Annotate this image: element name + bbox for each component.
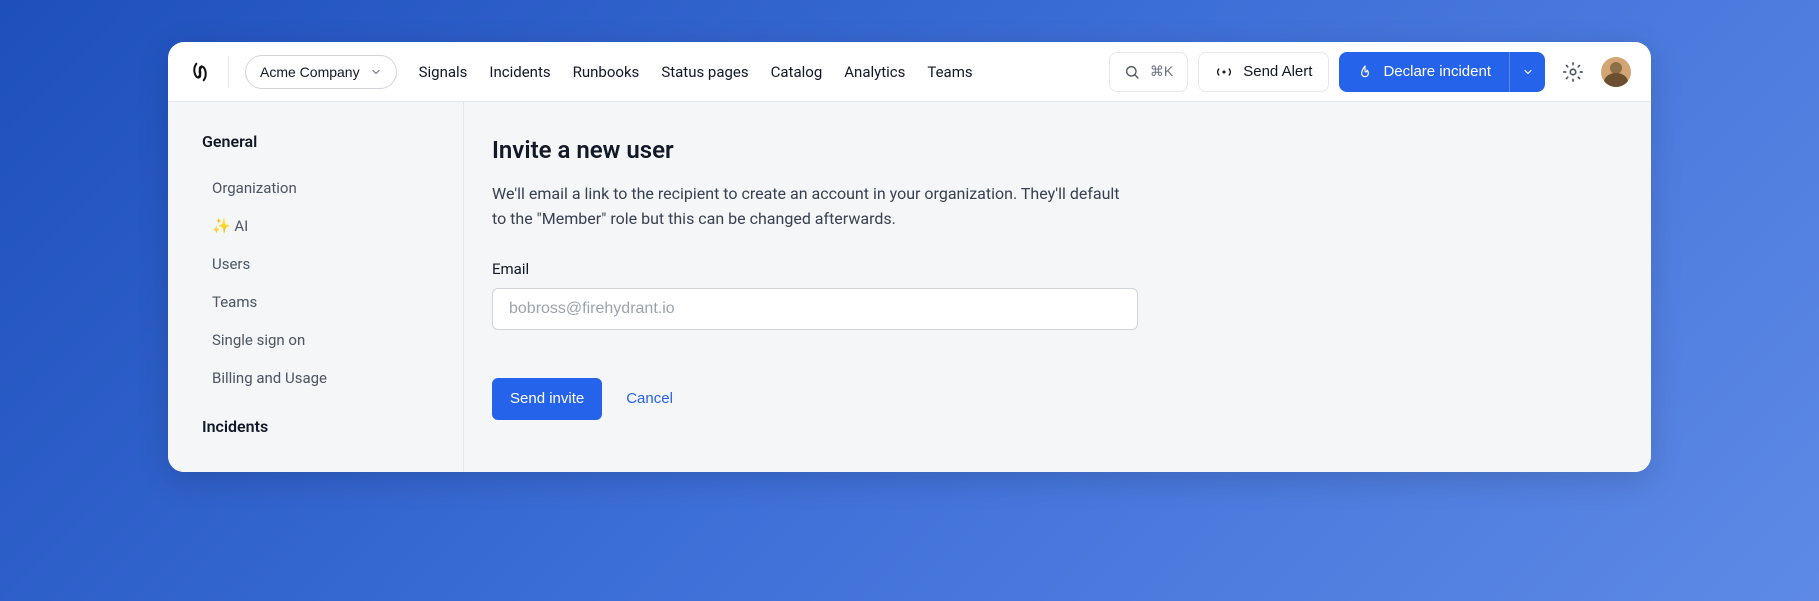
settings-button[interactable] bbox=[1555, 54, 1591, 90]
flame-icon bbox=[1357, 64, 1373, 80]
sidebar-heading-incidents: Incidents bbox=[202, 417, 449, 436]
nav-catalog[interactable]: Catalog bbox=[771, 63, 823, 81]
declare-incident-group: Declare incident bbox=[1339, 52, 1545, 92]
nav-runbooks[interactable]: Runbooks bbox=[573, 63, 640, 81]
chevron-down-icon bbox=[370, 66, 382, 78]
nav-status-pages[interactable]: Status pages bbox=[661, 63, 748, 81]
page-title: Invite a new user bbox=[492, 136, 1589, 164]
email-label: Email bbox=[492, 260, 1589, 278]
send-alert-button[interactable]: Send Alert bbox=[1198, 52, 1329, 92]
primary-nav: Signals Incidents Runbooks Status pages … bbox=[419, 63, 973, 81]
nav-signals[interactable]: Signals bbox=[419, 63, 468, 81]
sidebar-item-ai[interactable]: ✨ AI bbox=[202, 207, 449, 245]
send-invite-button[interactable]: Send invite bbox=[492, 378, 602, 420]
nav-teams[interactable]: Teams bbox=[927, 63, 972, 81]
settings-sidebar: General Organization ✨ AI Users Teams Si… bbox=[168, 102, 464, 472]
topbar: Acme Company Signals Incidents Runbooks … bbox=[168, 42, 1651, 102]
sidebar-item-users[interactable]: Users bbox=[202, 245, 449, 283]
org-dropdown[interactable]: Acme Company bbox=[245, 55, 397, 89]
nav-incidents[interactable]: Incidents bbox=[489, 63, 550, 81]
sidebar-item-organization[interactable]: Organization bbox=[202, 169, 449, 207]
search-button[interactable]: ⌘K bbox=[1109, 52, 1188, 92]
sidebar-item-teams[interactable]: Teams bbox=[202, 283, 449, 321]
sidebar-heading-general: General bbox=[202, 132, 449, 151]
send-alert-label: Send Alert bbox=[1243, 63, 1312, 80]
broadcast-icon bbox=[1215, 63, 1233, 81]
app-logo bbox=[188, 60, 212, 84]
sidebar-item-sso[interactable]: Single sign on bbox=[202, 321, 449, 359]
content-area: General Organization ✨ AI Users Teams Si… bbox=[168, 102, 1651, 472]
avatar[interactable] bbox=[1601, 57, 1631, 87]
page-description: We'll email a link to the recipient to c… bbox=[492, 182, 1132, 232]
declare-incident-button[interactable]: Declare incident bbox=[1339, 52, 1509, 92]
search-icon bbox=[1124, 64, 1140, 80]
form-actions: Send invite Cancel bbox=[492, 378, 1589, 420]
declare-incident-caret[interactable] bbox=[1509, 52, 1545, 92]
sidebar-item-billing[interactable]: Billing and Usage bbox=[202, 359, 449, 397]
declare-incident-label: Declare incident bbox=[1383, 63, 1491, 80]
search-shortcut: ⌘K bbox=[1150, 63, 1173, 80]
nav-analytics[interactable]: Analytics bbox=[844, 63, 905, 81]
cancel-button[interactable]: Cancel bbox=[626, 390, 673, 407]
divider bbox=[228, 56, 229, 88]
app-window: Acme Company Signals Incidents Runbooks … bbox=[168, 42, 1651, 472]
email-field[interactable] bbox=[492, 288, 1138, 330]
main-content: Invite a new user We'll email a link to … bbox=[464, 102, 1651, 472]
org-name: Acme Company bbox=[260, 64, 360, 80]
gear-icon bbox=[1562, 61, 1584, 83]
